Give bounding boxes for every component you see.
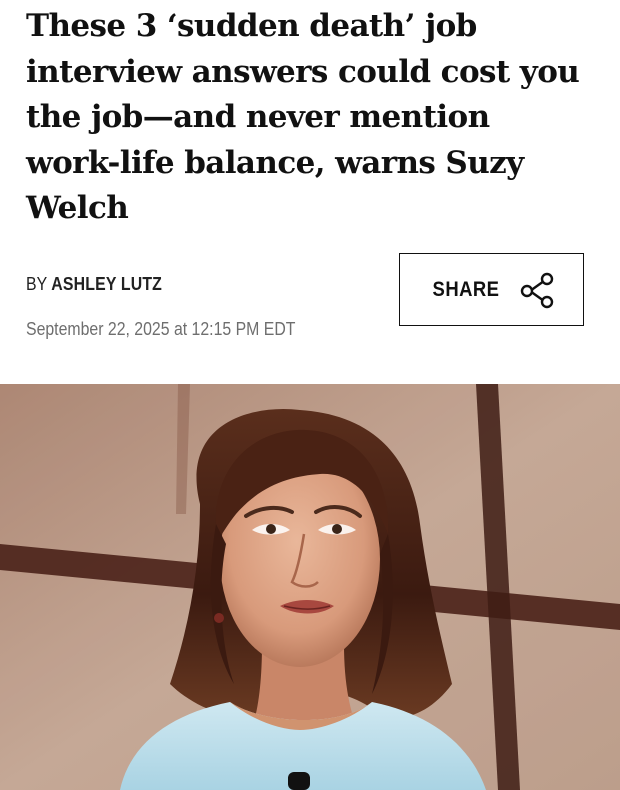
headline-line: These 3 ‘sudden death’ job [26,8,477,44]
headline-line: work-life balance, warns Suzy [26,144,524,181]
hero-photo [0,384,620,790]
share-button[interactable]: SHARE [399,253,584,326]
byline: BY ASHLEY LUTZ [26,274,162,295]
publish-date: September 22, 2025 at 12:15 PM EDT [26,319,296,339]
share-button-label: SHARE [433,277,500,301]
headline-line: interview answers could cost you [26,53,580,90]
article-page: These 3 ‘sudden death’ job interview ans… [0,0,620,790]
article-headline: These 3 ‘sudden death’ job interview ans… [26,4,601,232]
author-link[interactable]: ASHLEY LUTZ [51,274,162,294]
headline-line: Welch [26,190,129,226]
byline-prefix: BY [26,274,47,294]
headline-line: the job—and never mention [26,99,490,135]
hero-image [0,384,620,790]
share-icon [520,272,553,308]
